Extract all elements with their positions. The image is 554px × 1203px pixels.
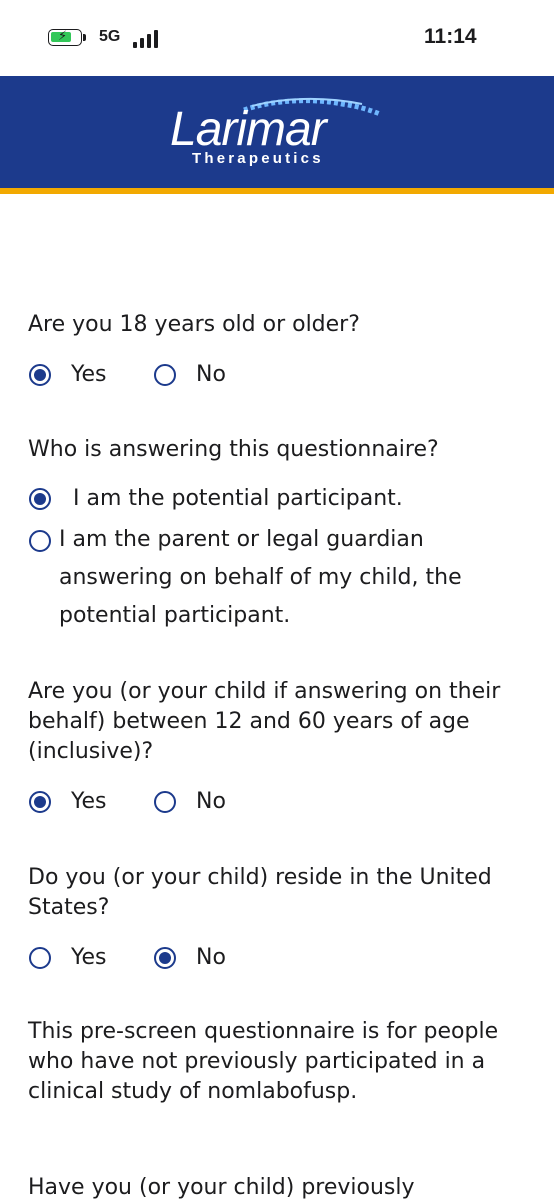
logo-subtitle: Therapeutics (192, 150, 324, 167)
question-age-range: Are you (or your child if answering on t… (28, 679, 501, 764)
q1-option-no[interactable]: No (154, 362, 226, 387)
q2-option-participant[interactable]: I am the potential participant. (29, 486, 403, 511)
q2-option-guardian-label[interactable]: I am the parent or legal guardian answer… (59, 521, 529, 635)
radio-checked-icon[interactable] (29, 363, 51, 386)
radio-unchecked-icon[interactable] (154, 363, 176, 386)
q3-option-no[interactable]: No (154, 789, 226, 814)
option-label: No (196, 789, 226, 814)
accent-stripe (0, 188, 554, 194)
option-label: Yes (71, 362, 107, 387)
option-label: Yes (71, 789, 107, 814)
question-who-answering: Who is answering this questionnaire? (28, 437, 439, 462)
option-label: No (196, 362, 226, 387)
brand-header: Larimar Therapeutics (0, 76, 554, 188)
battery-charging-icon: ⚡ (48, 29, 82, 46)
q2-option-guardian[interactable] (29, 530, 51, 552)
logo-wordmark: Larimar (170, 103, 327, 156)
question-age-18: Are you 18 years old or older? (28, 312, 360, 337)
radio-unchecked-icon[interactable] (154, 790, 176, 813)
option-label: Yes (71, 945, 107, 970)
question-previous-participation: Have you (or your child) previously (28, 1175, 415, 1200)
option-label: No (196, 945, 226, 970)
option-label: I am the potential participant. (73, 486, 403, 511)
question-us-resident: Do you (or your child) reside in the Uni… (28, 865, 492, 920)
radio-checked-icon[interactable] (154, 946, 176, 969)
clock: 11:14 (424, 25, 477, 48)
status-bar: ⚡ 5G 11:14 (0, 0, 554, 76)
radio-unchecked-icon[interactable] (29, 530, 51, 552)
larimar-logo: Larimar Therapeutics (170, 94, 390, 174)
info-paragraph: This pre-screen questionnaire is for peo… (28, 1019, 499, 1104)
q3-option-yes[interactable]: Yes (29, 789, 107, 814)
q1-option-yes[interactable]: Yes (29, 362, 107, 387)
radio-unchecked-icon[interactable] (29, 946, 51, 969)
signal-strength-icon (131, 28, 161, 48)
network-type: 5G (99, 28, 121, 45)
q4-option-yes[interactable]: Yes (29, 945, 107, 970)
battery-cap (83, 34, 86, 41)
q4-option-no[interactable]: No (154, 945, 226, 970)
radio-checked-icon[interactable] (29, 790, 51, 813)
radio-checked-icon[interactable] (29, 487, 51, 510)
